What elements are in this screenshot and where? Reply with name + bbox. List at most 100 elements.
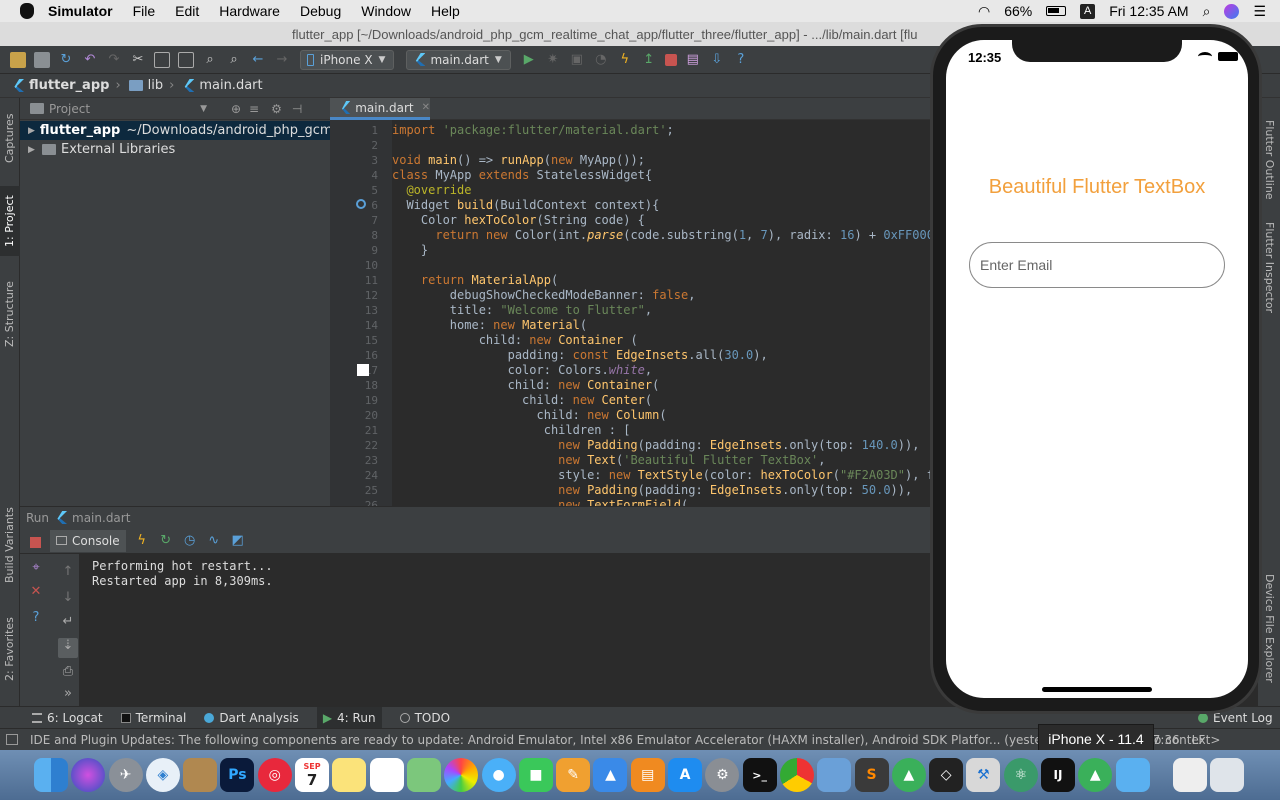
keynote-icon[interactable]: ▲ [593, 758, 628, 792]
stop-icon[interactable] [30, 537, 41, 548]
run-icon[interactable]: ▶ [521, 52, 537, 68]
help-icon[interactable]: ? [733, 52, 749, 68]
override-gutter-icon[interactable] [356, 199, 366, 209]
sdk-manager-icon[interactable]: ▤ [685, 52, 701, 68]
document-icon[interactable] [1172, 758, 1207, 792]
notification-center-icon[interactable]: ☰ [1253, 3, 1266, 20]
replace-icon[interactable]: ⌕ [226, 52, 242, 68]
context-indicator[interactable]: o context> [1154, 733, 1220, 747]
breadcrumb-project[interactable]: flutter_app [12, 78, 109, 93]
terminal-icon[interactable]: >_ [742, 758, 777, 792]
maps-icon[interactable] [406, 758, 441, 792]
pages-icon[interactable]: ✎ [556, 758, 591, 792]
photoshop-icon[interactable]: Ps [220, 758, 255, 792]
contacts-icon[interactable] [183, 758, 218, 792]
scroll-up-icon[interactable]: ↑ [60, 564, 76, 580]
iphone-screen[interactable] [946, 40, 1248, 698]
chrome-icon[interactable] [779, 758, 814, 792]
chevron-down-icon[interactable]: ▼ [200, 104, 207, 114]
scroll-to-end-icon[interactable]: ⇣ [58, 638, 78, 658]
sublime-text-icon[interactable]: S [854, 758, 889, 792]
tab-project[interactable]: 1: Project [0, 186, 20, 256]
unity-icon[interactable]: ◇ [929, 758, 964, 792]
hot-reload-icon[interactable]: ϟ [134, 533, 150, 549]
avd-manager-icon[interactable]: ⇩ [709, 52, 725, 68]
xcode-icon[interactable]: ⚒ [966, 758, 1001, 792]
redo-icon[interactable]: ↷ [106, 52, 122, 68]
wifi-icon[interactable]: ◠ [978, 3, 990, 20]
tab-todo[interactable]: TODO [399, 711, 450, 725]
sync-icon[interactable]: ↻ [58, 52, 74, 68]
tab-build-variants[interactable]: Build Variants [0, 502, 20, 588]
debug-icon[interactable]: ✷ [545, 52, 561, 68]
menu-clock[interactable]: Fri 12:35 AM [1109, 3, 1188, 19]
tab-captures[interactable]: Captures [0, 104, 20, 172]
intellij-icon[interactable]: IJ [1041, 758, 1076, 792]
expand-arrow-icon[interactable]: ▶ [28, 145, 42, 155]
console-output[interactable]: Performing hot restart... Restarted app … [80, 554, 930, 706]
status-message[interactable]: IDE and Plugin Updates: The following co… [30, 733, 1133, 747]
coverage-icon[interactable]: ▣ [569, 52, 585, 68]
soft-wrap-icon[interactable]: ↵ [60, 614, 76, 630]
tab-structure[interactable]: Z: Structure [0, 274, 20, 354]
tab-favorites[interactable]: 2: Favorites [0, 612, 20, 686]
stop-icon[interactable] [664, 53, 677, 66]
undo-icon[interactable]: ↶ [82, 52, 98, 68]
tab-main-dart[interactable]: main.dart ✕ [330, 98, 430, 120]
messages-icon[interactable]: ● [481, 758, 516, 792]
calendar-icon[interactable]: SEP 7 [295, 758, 330, 792]
code-editor[interactable]: import 'package:flutter/material.dart'; … [392, 120, 930, 506]
email-field[interactable] [969, 242, 1225, 288]
siri-icon[interactable] [1224, 3, 1240, 19]
flutter-inspector-icon[interactable]: ◩ [230, 533, 246, 549]
tree-item-flutter-app[interactable]: ▶ flutter_app ~/Downloads/android_php_gc… [20, 121, 330, 140]
apply-changes-icon[interactable]: ↥ [641, 52, 657, 68]
photos-icon[interactable] [444, 758, 479, 792]
menu-window[interactable]: Window [361, 3, 411, 19]
tab-console[interactable]: Console [50, 529, 126, 552]
trash-icon[interactable] [1210, 758, 1245, 792]
run-panel-config[interactable]: main.dart [72, 511, 130, 525]
android-studio-icon[interactable]: ▲ [1078, 758, 1113, 792]
finder-icon[interactable] [34, 758, 68, 792]
breadcrumb-file[interactable]: main.dart [182, 78, 263, 93]
reminders-icon[interactable] [369, 758, 404, 792]
spotlight-search-icon[interactable]: ⌕ [1203, 3, 1211, 20]
hot-restart-icon[interactable]: ↻ [158, 533, 174, 549]
performance-icon[interactable]: ∿ [206, 533, 222, 549]
forward-icon[interactable]: → [274, 52, 290, 68]
print-icon[interactable]: ⎙ [60, 664, 76, 680]
menu-edit[interactable]: Edit [175, 3, 199, 19]
screen-recorder-icon[interactable]: ◎ [257, 758, 292, 792]
system-preferences-icon[interactable]: ⚙ [705, 758, 740, 792]
project-panel-title[interactable]: Project [49, 102, 90, 116]
books-icon[interactable]: ▤ [630, 758, 665, 792]
breakpoint-marker[interactable] [357, 364, 369, 376]
expand-arrow-icon[interactable]: ▶ [28, 126, 35, 136]
profile-icon[interactable]: ◔ [593, 52, 609, 68]
tab-terminal[interactable]: Terminal [120, 711, 186, 725]
device-selector[interactable]: iPhone X ▼ [300, 49, 395, 70]
toggle-tool-windows-icon[interactable] [6, 734, 18, 745]
breadcrumb-folder[interactable]: lib [128, 78, 163, 93]
save-icon[interactable] [34, 51, 50, 68]
launchpad-icon[interactable]: ✈ [108, 758, 143, 792]
scroll-from-source-icon[interactable]: ⊕ [231, 102, 241, 116]
safari-icon[interactable]: ◈ [145, 758, 180, 792]
siri-icon[interactable] [71, 758, 106, 792]
input-source[interactable]: A [1080, 3, 1096, 19]
collapse-all-icon[interactable]: ≡ [249, 102, 259, 116]
close-icon[interactable]: ✕ [422, 102, 430, 113]
copy-icon[interactable] [154, 51, 170, 68]
find-icon[interactable]: ⌕ [202, 52, 218, 68]
android-studio-icon[interactable]: ▲ [891, 758, 926, 792]
timer-icon[interactable]: ◷ [182, 533, 198, 549]
tab-run[interactable]: ▶ 4: Run [316, 706, 382, 729]
battery-icon[interactable] [1046, 6, 1067, 16]
menu-file[interactable]: File [133, 3, 156, 19]
more-icon[interactable]: » [60, 686, 76, 702]
app-store-icon[interactable]: A [668, 758, 703, 792]
tab-logcat[interactable]: 6: Logcat [32, 711, 103, 725]
menu-hardware[interactable]: Hardware [219, 3, 280, 19]
tree-item-external-libraries[interactable]: ▶ External Libraries [20, 140, 330, 159]
